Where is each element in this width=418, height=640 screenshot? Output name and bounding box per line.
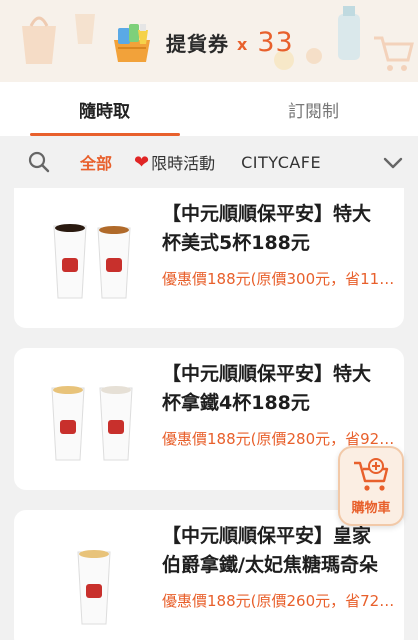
- product-title: 【中元順順保平安】皇家 伯爵拿鐵/太妃焦糖瑪奇朵: [162, 522, 400, 580]
- filter-bar: 全部 ❤ 限時活動 CITYCAFE: [0, 136, 418, 188]
- product-title-line1: 【中元順順保平安】特大: [162, 203, 372, 225]
- filter-limited-label: 限時活動: [151, 154, 216, 173]
- voucher-multiplier: x: [237, 34, 248, 54]
- cart-button[interactable]: 購物車: [338, 446, 404, 526]
- cart-label: 購物車: [351, 500, 391, 516]
- filter-limited-time[interactable]: ❤ 限時活動: [134, 150, 215, 174]
- product-title-line2: 伯爵拿鐵/太妃焦糖瑪奇朵: [162, 554, 378, 576]
- decorative-bottle-icon: [338, 6, 360, 60]
- tab-label: 隨時取: [79, 101, 130, 122]
- main-tabs: 隨時取 訂閱制: [0, 82, 418, 136]
- product-card[interactable]: 【中元順順保平安】特大 杯美式5杯188元 優惠價188元(原價300元，省11…: [14, 188, 404, 328]
- voucher-count: 33: [257, 26, 294, 58]
- decorative-cup-icon: [75, 14, 95, 44]
- search-icon[interactable]: [28, 151, 50, 173]
- decorative-cart-icon: [374, 36, 414, 71]
- product-title: 【中元順順保平安】特大 杯拿鐵4杯188元: [162, 360, 400, 418]
- product-price: 優惠價188元(原價260元，省72元): [162, 592, 398, 610]
- product-title-line1: 【中元順順保平安】皇家: [162, 525, 372, 547]
- product-title: 【中元順順保平安】特大 杯美式5杯188元: [162, 200, 400, 258]
- chevron-down-icon[interactable]: [382, 152, 404, 174]
- voucher-label: 提貨券: [166, 31, 229, 56]
- product-title-line2: 杯拿鐵4杯188元: [162, 392, 310, 414]
- tab-anytime-pickup[interactable]: 隨時取: [0, 82, 209, 136]
- americano-cups-image: [53, 224, 131, 299]
- decorative-bag-icon: [22, 16, 56, 64]
- filter-citycafe[interactable]: CITYCAFE: [241, 153, 321, 172]
- cart-add-icon: [354, 457, 389, 491]
- royal-earl-latte-image: [77, 550, 111, 625]
- filter-all[interactable]: 全部: [80, 150, 112, 174]
- voucher-basket-icon: [114, 24, 150, 62]
- product-price: 優惠價188元(原價300元，省112元): [162, 270, 398, 288]
- tab-subscription[interactable]: 訂閱制: [209, 82, 418, 136]
- product-title-line2: 杯美式5杯188元: [162, 232, 310, 254]
- product-card[interactable]: 【中元順順保平安】皇家 伯爵拿鐵/太妃焦糖瑪奇朵 優惠價188元(原價260元，…: [14, 510, 404, 640]
- voucher-header: 提貨券 x 33: [0, 0, 418, 82]
- voucher-title-row: 提貨券 x 33: [110, 22, 294, 62]
- heart-icon: ❤: [134, 151, 150, 173]
- tab-label: 訂閱制: [288, 101, 339, 122]
- latte-cups-image: [51, 386, 133, 461]
- product-title-line1: 【中元順順保平安】特大: [162, 363, 372, 385]
